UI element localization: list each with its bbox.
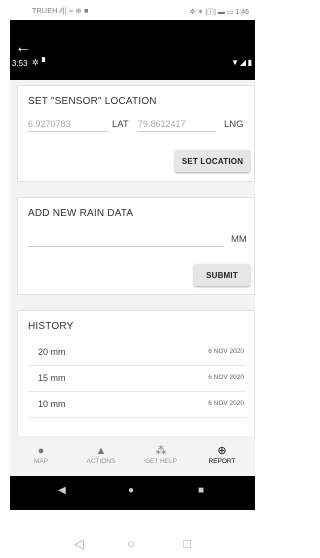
tab-map-label: MAP: [33, 458, 49, 465]
history-row[interactable]: 10 mm 6 NOV 2020: [28, 391, 246, 418]
history-card: HISTORY 20 mm 6 NOV 2020 15 mm 6 NOV 202…: [17, 310, 255, 440]
inner-navigation-bar: ◀ ● ■: [10, 476, 255, 510]
latitude-label: LAT: [112, 119, 129, 130]
set-location-button[interactable]: SET LOCATION: [175, 150, 250, 172]
submit-button[interactable]: SUBMIT: [194, 264, 250, 286]
plus-circle-icon: ⊕: [217, 445, 227, 457]
add-rain-data-title: ADD NEW RAIN DATA: [28, 208, 134, 219]
history-amount: 20 mm: [38, 347, 66, 357]
history-date: 6 NOV 2020: [208, 400, 244, 407]
sensor-location-card: SET "SENSOR" LOCATION 6.9270783 LAT 79.8…: [17, 85, 255, 182]
signal-icon: ⁂: [155, 445, 167, 457]
back-triangle-icon[interactable]: ◀: [58, 485, 66, 496]
battery-icon: ▮: [247, 58, 252, 67]
history-title: HISTORY: [28, 321, 74, 332]
inner-status-bar: 3:53 ✲ ▘ ▼ ◢ ▮: [10, 58, 255, 72]
history-row[interactable]: 20 mm 6 NOV 2020: [28, 339, 246, 366]
system-navigation-bar: ◁ ○ □: [0, 530, 261, 558]
carrier-signal-text: TRUEH ⁄⁄|| ≈ ⊕ ■: [32, 8, 89, 15]
tab-actions-label: ACTIONS: [86, 458, 116, 465]
history-amount: 15 mm: [38, 373, 66, 383]
home-dot-icon[interactable]: ●: [128, 485, 134, 496]
history-date: 6 NOV 2020: [208, 348, 244, 355]
wifi-icon: ▼: [231, 58, 239, 67]
system-home-icon[interactable]: ○: [127, 536, 135, 551]
map-pin-icon: ●: [37, 445, 45, 457]
tab-report[interactable]: ⊕ REPORT: [193, 436, 251, 476]
device-status-bar: TRUEH ⁄⁄|| ≈ ⊕ ■ ✲ ✶ |ⓘ| ▬ ▭ 1:46: [0, 0, 261, 20]
bottom-tab-bar: ● MAP ▲ ACTIONS ⁂ GET HELP ⊕ REPORT: [10, 436, 255, 476]
tab-get-help[interactable]: ⁂ GET HELP: [132, 436, 190, 476]
settings-gear-icon: ✲: [32, 58, 39, 67]
history-amount: 10 mm: [38, 399, 66, 409]
device-status-icons: ✲ ✶ |ⓘ| ▬ ▭ 1:46: [189, 9, 249, 16]
system-recents-icon[interactable]: □: [183, 536, 191, 551]
history-date: 6 NOV 2020: [208, 374, 244, 381]
sensor-location-title: SET "SENSOR" LOCATION: [28, 96, 157, 107]
tab-report-label: REPORT: [208, 458, 236, 465]
add-rain-data-card: ADD NEW RAIN DATA MM SUBMIT: [17, 197, 255, 295]
longitude-label: LNG: [224, 119, 244, 130]
tab-actions[interactable]: ▲ ACTIONS: [72, 436, 130, 476]
latitude-input[interactable]: 6.9270783: [28, 117, 108, 132]
history-row[interactable]: 15 mm 6 NOV 2020: [28, 365, 246, 392]
recents-square-icon[interactable]: ■: [198, 485, 204, 496]
tab-get-help-label: GET HELP: [144, 458, 178, 465]
back-arrow-icon[interactable]: ←: [15, 40, 31, 56]
warning-icon: ▲: [95, 445, 107, 457]
cell-signal-icon: ◢: [239, 58, 246, 67]
tab-map[interactable]: ● MAP: [12, 436, 70, 476]
rain-unit-label: MM: [231, 234, 247, 245]
app-header: ← 3:53 ✲ ▘ ▼ ◢ ▮: [10, 20, 255, 80]
longitude-input[interactable]: 79.8612417: [138, 117, 216, 132]
app-screen: ← 3:53 ✲ ▘ ▼ ◢ ▮ SET "SENSOR" LOCATION 6…: [10, 20, 255, 510]
sd-card-icon: ▘: [42, 58, 49, 67]
rain-amount-input[interactable]: [28, 232, 223, 247]
status-time: 3:53: [12, 59, 28, 68]
system-back-icon[interactable]: ◁: [74, 536, 84, 552]
